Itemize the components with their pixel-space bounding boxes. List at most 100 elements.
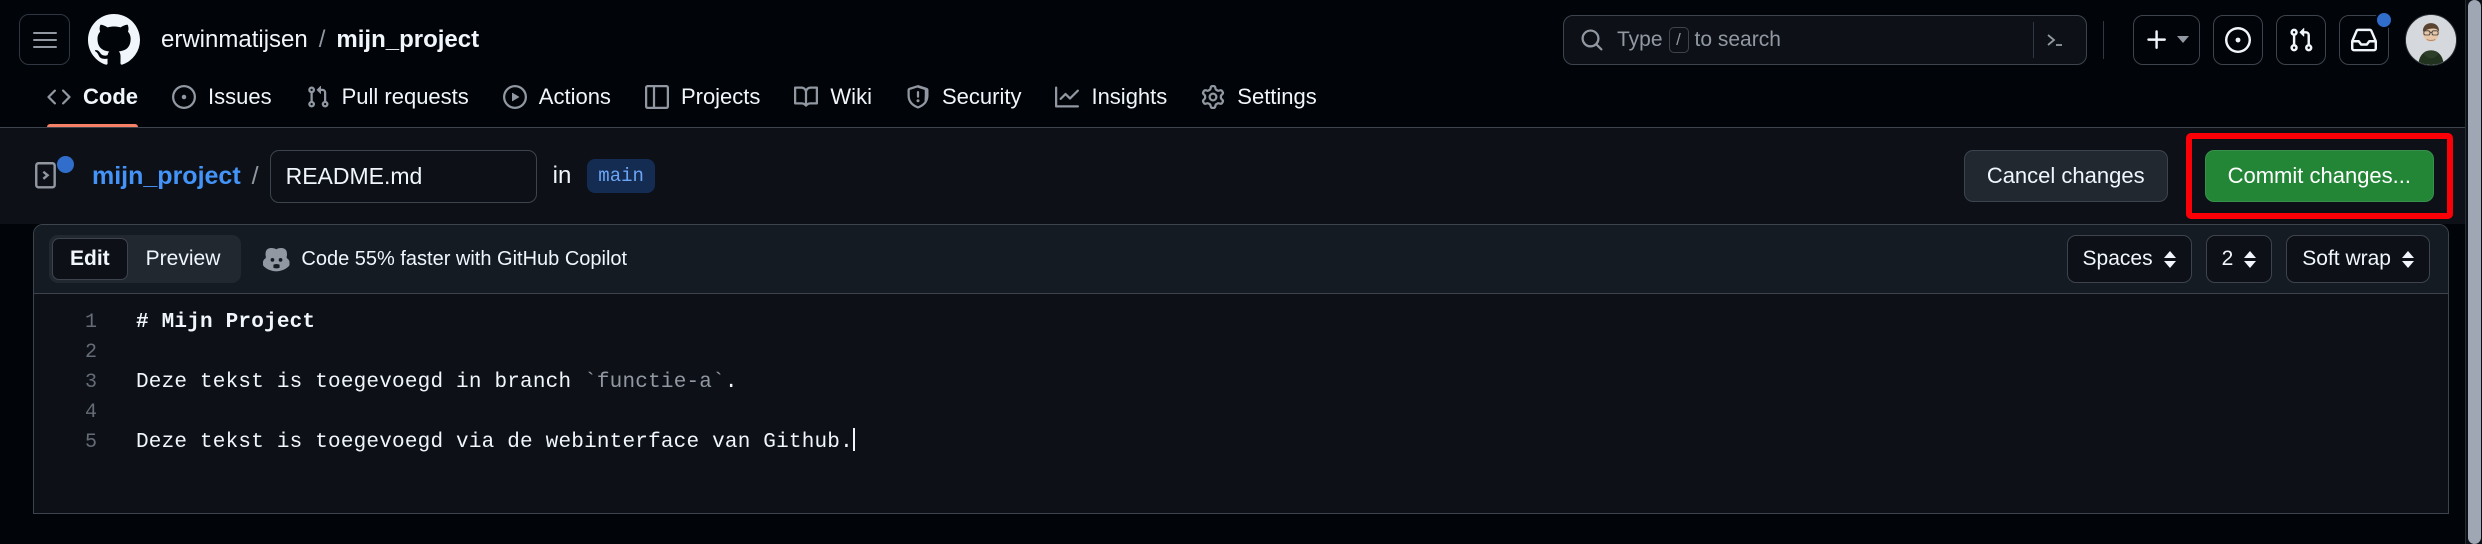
file-breadcrumb-slash: / [251, 161, 259, 190]
indent-size-label: 2 [2221, 247, 2234, 270]
header-divider [2103, 20, 2104, 59]
line-content: Deze tekst is toegevoegd in branch `func… [97, 368, 738, 398]
user-avatar[interactable] [2405, 13, 2457, 66]
create-new-button[interactable] [2133, 14, 2200, 65]
filename-input[interactable] [269, 149, 537, 203]
code-line: 2 [34, 338, 2448, 368]
commit-changes-highlight-box: Commit changes... [2185, 133, 2453, 219]
wrap-mode-select[interactable]: Soft wrap [2286, 235, 2430, 283]
code-editor-textarea[interactable]: 1 # Mijn Project 2 3 Deze tekst is toege… [34, 294, 2448, 513]
inline-code-span: `functie-a` [584, 371, 725, 394]
code-line: 3 Deze tekst is toegevoegd in branch `fu… [34, 368, 2448, 398]
tab-preview[interactable]: Preview [128, 238, 239, 280]
search-icon [1580, 28, 1604, 52]
tab-projects-label: Projects [680, 83, 761, 109]
editor-mode-tabs: Edit Preview [49, 235, 242, 283]
tab-issues[interactable]: Issues [155, 79, 289, 127]
indent-style-label: Spaces [2082, 247, 2153, 270]
editor-toolbar: Edit Preview Code 55% faster with GitHub… [34, 225, 2448, 294]
notification-badge-dot [2375, 10, 2393, 29]
chevron-down-icon [2177, 36, 2189, 43]
copilot-promo-text: Code 55% faster with GitHub Copilot [301, 247, 628, 270]
line-text-part: Deze tekst is toegevoegd in branch [136, 371, 585, 394]
tab-settings-label: Settings [1237, 83, 1317, 109]
tab-security-label: Security [941, 83, 1022, 109]
copilot-icon [263, 246, 290, 273]
tab-edit[interactable]: Edit [52, 238, 128, 280]
copilot-promo-link[interactable]: Code 55% faster with GitHub Copilot [263, 246, 627, 273]
page-scrollbar[interactable] [2465, 0, 2482, 544]
in-label: in [552, 162, 572, 189]
breadcrumb: erwinmatijsen / mijn_project [161, 26, 479, 54]
wrap-mode-label: Soft wrap [2302, 247, 2391, 270]
tab-insights-label: Insights [1091, 83, 1168, 109]
command-palette-icon[interactable] [2033, 21, 2075, 58]
line-number: 5 [84, 431, 97, 454]
page-scrollbar-thumb[interactable] [2468, 0, 2481, 544]
play-icon [502, 84, 527, 109]
tab-pull-requests[interactable]: Pull requests [289, 79, 486, 127]
search-slash-key: / [1668, 26, 1689, 53]
commit-changes-button[interactable]: Commit changes... [2204, 150, 2434, 202]
issue-opened-icon [172, 84, 196, 109]
chevron-updown-icon [2402, 250, 2414, 268]
hamburger-menu-icon[interactable] [19, 14, 70, 65]
file-edit-bar: mijn_project / in main Cancel changes Co… [0, 128, 2482, 224]
code-line: 4 [34, 398, 2448, 428]
tab-insights[interactable]: Insights [1038, 79, 1184, 127]
tab-wiki-label: Wiki [830, 83, 872, 109]
github-logo-icon[interactable] [88, 13, 140, 66]
unsaved-changes-dot [57, 156, 74, 173]
search-placeholder-suffix: to search [1694, 27, 1781, 51]
tab-pull-requests-label: Pull requests [341, 83, 469, 109]
code-line: 1 # Mijn Project [34, 308, 2448, 338]
breadcrumb-separator: / [318, 25, 326, 53]
tab-code[interactable]: Code [30, 79, 155, 127]
file-editor: Edit Preview Code 55% faster with GitHub… [33, 224, 2449, 514]
file-code-icon [32, 156, 74, 195]
search-input[interactable]: Type / to search [1563, 14, 2087, 65]
table-icon [644, 84, 669, 109]
tab-projects[interactable]: Projects [628, 79, 777, 127]
book-icon [794, 85, 819, 109]
line-number: 4 [84, 401, 97, 424]
tab-issues-label: Issues [208, 83, 272, 109]
line-text-tail: . [724, 371, 738, 394]
tab-settings[interactable]: Settings [1184, 79, 1334, 127]
code-line: 5 Deze tekst is toegevoegd via de webint… [34, 428, 2448, 458]
editor-settings: Spaces 2 Soft wrap [2066, 235, 2430, 283]
cancel-changes-button[interactable]: Cancel changes [1963, 150, 2168, 202]
repository-nav-tabs: Code Issues Pull requests Actions Projec… [0, 79, 2482, 128]
line-text-part: Deze tekst is toegevoegd via de webinter… [136, 431, 853, 454]
line-content: # Mijn Project [136, 311, 316, 334]
indent-style-select[interactable]: Spaces [2066, 235, 2192, 283]
issues-button[interactable] [2213, 14, 2263, 65]
pull-requests-button[interactable] [2276, 14, 2326, 65]
tab-actions-label: Actions [538, 83, 611, 109]
search-placeholder: Type / to search [1617, 26, 1781, 53]
inbox-notifications-button[interactable] [2339, 10, 2393, 65]
graph-icon [1055, 85, 1080, 109]
line-content: Deze tekst is toegevoegd via de webinter… [97, 428, 855, 458]
line-number: 1 [84, 311, 97, 334]
breadcrumb-repo-link[interactable]: mijn_project [336, 26, 479, 54]
header-actions: Type / to search [1563, 10, 2457, 66]
git-pull-request-icon [306, 85, 330, 109]
tab-security[interactable]: Security [889, 79, 1038, 127]
breadcrumb-owner-link[interactable]: erwinmatijsen [161, 26, 308, 54]
shield-icon [906, 84, 930, 109]
line-number: 2 [84, 341, 97, 364]
file-breadcrumb-repo-link[interactable]: mijn_project [92, 162, 241, 191]
code-icon [47, 85, 71, 109]
branch-badge: main [587, 158, 655, 194]
chevron-updown-icon [2244, 250, 2257, 268]
file-bar-actions: Cancel changes Commit changes... [1963, 133, 2457, 219]
indent-size-select[interactable]: 2 [2205, 235, 2273, 283]
tab-actions[interactable]: Actions [486, 79, 628, 127]
global-header: erwinmatijsen / mijn_project Type / to s… [0, 0, 2482, 79]
tab-wiki[interactable]: Wiki [777, 79, 889, 127]
github-file-editor-page: erwinmatijsen / mijn_project Type / to s… [0, 0, 2482, 544]
search-placeholder-prefix: Type [1617, 27, 1663, 51]
text-cursor [852, 428, 855, 451]
gear-icon [1201, 84, 1225, 109]
